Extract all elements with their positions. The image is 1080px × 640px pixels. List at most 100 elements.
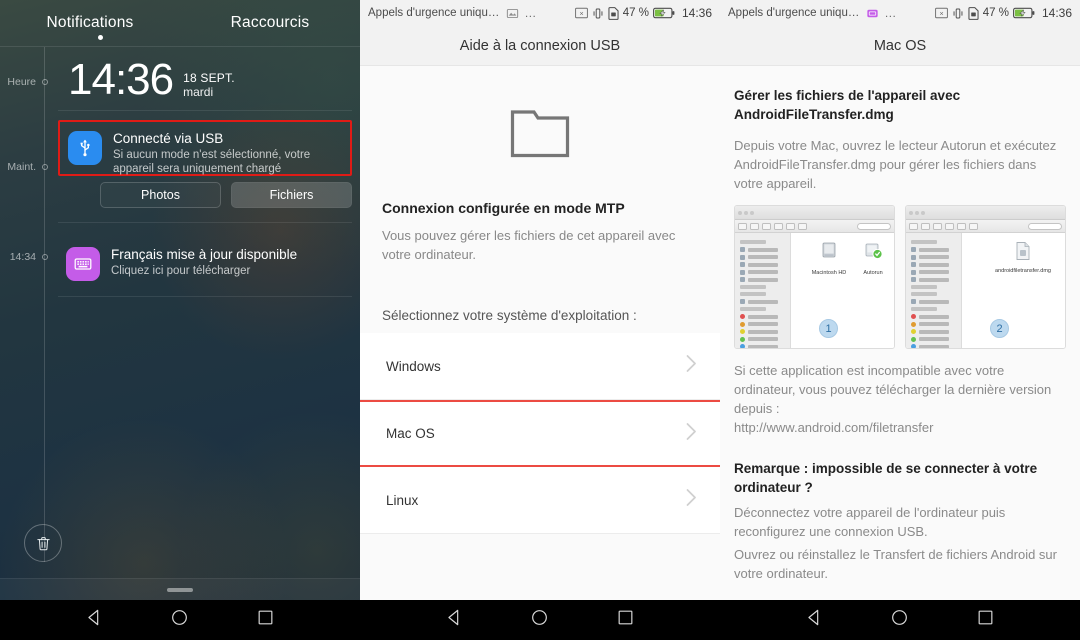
status-bar-clock: 14:36 bbox=[681, 6, 712, 20]
timeline-label-heure: Heure bbox=[7, 76, 36, 88]
home-circle-icon[interactable] bbox=[170, 608, 189, 632]
file-label: androidfiletransfer.dmg bbox=[995, 268, 1051, 274]
finder-sidebar bbox=[906, 233, 962, 348]
notification-image-icon bbox=[506, 7, 519, 20]
macos-paragraph: Depuis votre Mac, ouvrez le lecteur Auto… bbox=[734, 138, 1057, 191]
note-line-2: Ouvrez ou réinstallez le Transfert de fi… bbox=[734, 547, 1057, 581]
file-label: Autorun bbox=[863, 270, 883, 276]
finder-sidebar bbox=[735, 233, 791, 348]
finder-screenshot-1: Macintosh HD Autorun 1 bbox=[734, 205, 895, 349]
chevron-right-icon bbox=[685, 354, 698, 378]
keyboard-icon bbox=[66, 247, 100, 281]
macos-instructions-panel: Appels d'urgence uniqu… … ✕ 47 % 14:36 M… bbox=[720, 0, 1080, 640]
usb-connection-help-panel: Appels d'urgence uniqu… … ✕ 47 % 14:36 A… bbox=[360, 0, 720, 640]
finder-screenshots: Macintosh HD Autorun 1 androidfiletransf… bbox=[734, 205, 1066, 349]
chevron-right-icon bbox=[685, 422, 698, 446]
shade-drag-handle[interactable] bbox=[167, 587, 193, 592]
shade-top-divider bbox=[0, 46, 360, 47]
tab-notifications[interactable]: Notifications bbox=[0, 14, 180, 32]
overflow-dots-icon: … bbox=[884, 6, 898, 20]
timeline-label-1434: 14:34 bbox=[9, 251, 36, 263]
android-navigation-bar bbox=[0, 600, 360, 640]
chevron-right-icon bbox=[685, 488, 698, 512]
battery-percent-label: 47 % bbox=[622, 7, 649, 19]
notification-usb-connected[interactable]: Connecté via USB Si aucun mode n'est sél… bbox=[58, 120, 352, 176]
shade-tab-bar: Notifications Raccourcis bbox=[0, 0, 360, 46]
timeline-dot bbox=[42, 79, 48, 85]
home-circle-icon[interactable] bbox=[890, 608, 909, 632]
status-bar-clock: 14:36 bbox=[1041, 6, 1072, 20]
sim-card-icon bbox=[608, 6, 619, 20]
notification-title: Connecté via USB bbox=[113, 131, 224, 146]
status-bar-carrier: Appels d'urgence uniqu… bbox=[728, 7, 860, 19]
os-option-label: Windows bbox=[386, 358, 441, 374]
notification-separator bbox=[58, 222, 352, 223]
svg-text:✕: ✕ bbox=[579, 11, 583, 17]
shade-clock-date: 18 SEPT. bbox=[183, 71, 235, 85]
notification-subtitle: Si aucun mode n'est sélectionné, votre a… bbox=[113, 149, 311, 175]
finder-titlebar bbox=[906, 206, 1065, 220]
notification-title: Français mise à jour disponible bbox=[111, 247, 298, 262]
notification-usb-actions: Photos Fichiers bbox=[100, 182, 352, 208]
filetransfer-url[interactable]: http://www.android.com/filetransfer bbox=[734, 418, 1066, 437]
finder-titlebar bbox=[735, 206, 894, 220]
battery-percent-label: 47 % bbox=[982, 7, 1009, 19]
mtp-mode-description: Vous pouvez gérer les fichiers de cet ap… bbox=[382, 228, 676, 262]
android-navigation-bar bbox=[360, 600, 720, 640]
signal-no-service-icon: ✕ bbox=[934, 7, 948, 19]
os-select-prompt: Sélectionnez votre système d'exploitatio… bbox=[382, 308, 637, 323]
timeline-dot bbox=[42, 254, 48, 260]
os-option-label: Mac OS bbox=[386, 426, 435, 441]
usb-mode-photos-button[interactable]: Photos bbox=[100, 182, 221, 208]
clear-all-notifications-button[interactable] bbox=[24, 524, 62, 562]
timeline-label-maintenant: Maint. bbox=[7, 161, 36, 173]
os-option-linux[interactable]: Linux bbox=[360, 467, 720, 534]
signal-no-service-icon: ✕ bbox=[574, 7, 588, 19]
home-circle-icon[interactable] bbox=[530, 608, 549, 632]
svg-text:✕: ✕ bbox=[939, 11, 943, 17]
usb-mode-fichiers-button[interactable]: Fichiers bbox=[231, 182, 352, 208]
vibrate-icon bbox=[592, 7, 604, 20]
os-option-windows[interactable]: Windows bbox=[360, 333, 720, 400]
notification-language-update[interactable]: Français mise à jour disponible Cliquez … bbox=[58, 238, 352, 288]
page-title: Mac OS bbox=[720, 26, 1080, 66]
finder-screenshot-2: androidfiletransfer.dmg 2 bbox=[905, 205, 1066, 349]
status-bar-carrier: Appels d'urgence uniqu… bbox=[368, 7, 500, 19]
shade-clock-block: 14:36 18 SEPT. mardi bbox=[68, 58, 235, 102]
shade-clock-time: 14:36 bbox=[68, 55, 174, 104]
folder-outline-icon bbox=[382, 66, 698, 188]
keyboard-notification-icon bbox=[866, 7, 879, 20]
back-triangle-icon[interactable] bbox=[85, 608, 104, 632]
note-line-1: Déconnectez votre appareil de l'ordinate… bbox=[734, 505, 1006, 539]
battery-charging-icon bbox=[653, 7, 675, 19]
notification-separator bbox=[58, 296, 352, 297]
finder-toolbar bbox=[906, 220, 1065, 233]
battery-charging-icon bbox=[1013, 7, 1035, 19]
sim-card-icon bbox=[968, 6, 979, 20]
finder-file-area: androidfiletransfer.dmg 2 bbox=[962, 233, 1065, 348]
os-option-label: Linux bbox=[386, 492, 419, 508]
macos-heading: Gérer les fichiers de l'appareil avec An… bbox=[734, 88, 961, 122]
recents-square-icon[interactable] bbox=[256, 608, 275, 632]
notification-separator bbox=[58, 110, 352, 111]
os-option-macos[interactable]: Mac OS bbox=[360, 400, 720, 467]
shade-clock-weekday: mardi bbox=[183, 85, 214, 99]
vibrate-icon bbox=[952, 7, 964, 20]
status-bar: Appels d'urgence uniqu… … ✕ 47 % 14:36 bbox=[720, 0, 1080, 26]
back-triangle-icon[interactable] bbox=[445, 608, 464, 632]
recents-square-icon[interactable] bbox=[616, 608, 635, 632]
usb-icon bbox=[68, 131, 102, 165]
note-heading: Remarque : impossible de se connecter à … bbox=[734, 461, 1038, 495]
tab-active-indicator bbox=[98, 35, 103, 40]
shade-drag-handle-area[interactable] bbox=[0, 578, 360, 600]
tab-shortcuts[interactable]: Raccourcis bbox=[180, 14, 360, 32]
finder-toolbar bbox=[735, 220, 894, 233]
notification-subtitle: Cliquez ici pour télécharger bbox=[111, 265, 251, 277]
notification-shade-panel: Notifications Raccourcis Heure Maint. 14… bbox=[0, 0, 360, 640]
status-bar: Appels d'urgence uniqu… … ✕ 47 % 14:36 bbox=[360, 0, 720, 26]
back-triangle-icon[interactable] bbox=[805, 608, 824, 632]
os-options-list: Windows Mac OS Linux bbox=[360, 333, 720, 534]
page-title: Aide à la connexion USB bbox=[360, 26, 720, 66]
timeline-dot bbox=[42, 164, 48, 170]
recents-square-icon[interactable] bbox=[976, 608, 995, 632]
